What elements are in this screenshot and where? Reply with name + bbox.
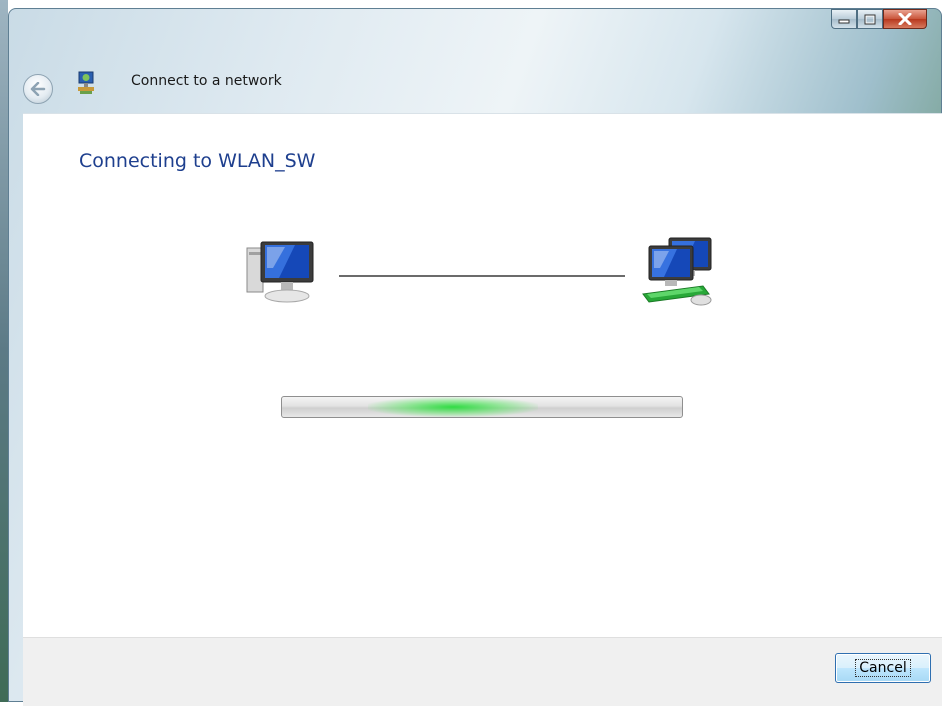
maximize-button[interactable]	[857, 9, 883, 29]
dialog-footer: Cancel	[23, 637, 942, 706]
computer-icon	[246, 241, 314, 303]
page-heading: Connecting to WLAN_SW	[79, 150, 316, 172]
minimize-icon	[838, 19, 850, 24]
close-icon	[898, 13, 912, 25]
network-globe-icon	[78, 71, 94, 94]
back-arrow-icon	[30, 82, 46, 96]
network-icon	[642, 237, 712, 306]
maximize-icon	[864, 14, 876, 24]
connection-line	[339, 275, 625, 277]
window-title: Connect to a network	[131, 73, 282, 89]
cancel-button[interactable]: Cancel	[835, 653, 931, 683]
window-left-frame	[0, 0, 8, 702]
back-button[interactable]	[23, 74, 53, 104]
connection-progress-bar	[281, 396, 683, 418]
close-button[interactable]	[883, 9, 927, 29]
progress-marquee	[368, 397, 538, 417]
dialog-window: Connect to a network Connecting to WLAN_…	[8, 8, 942, 706]
content-area: Connecting to WLAN_SW	[23, 113, 942, 639]
cancel-button-label: Cancel	[855, 659, 911, 677]
minimize-button[interactable]	[831, 9, 857, 29]
caption-buttons	[831, 9, 927, 30]
header-bar: Connect to a network	[9, 59, 941, 109]
